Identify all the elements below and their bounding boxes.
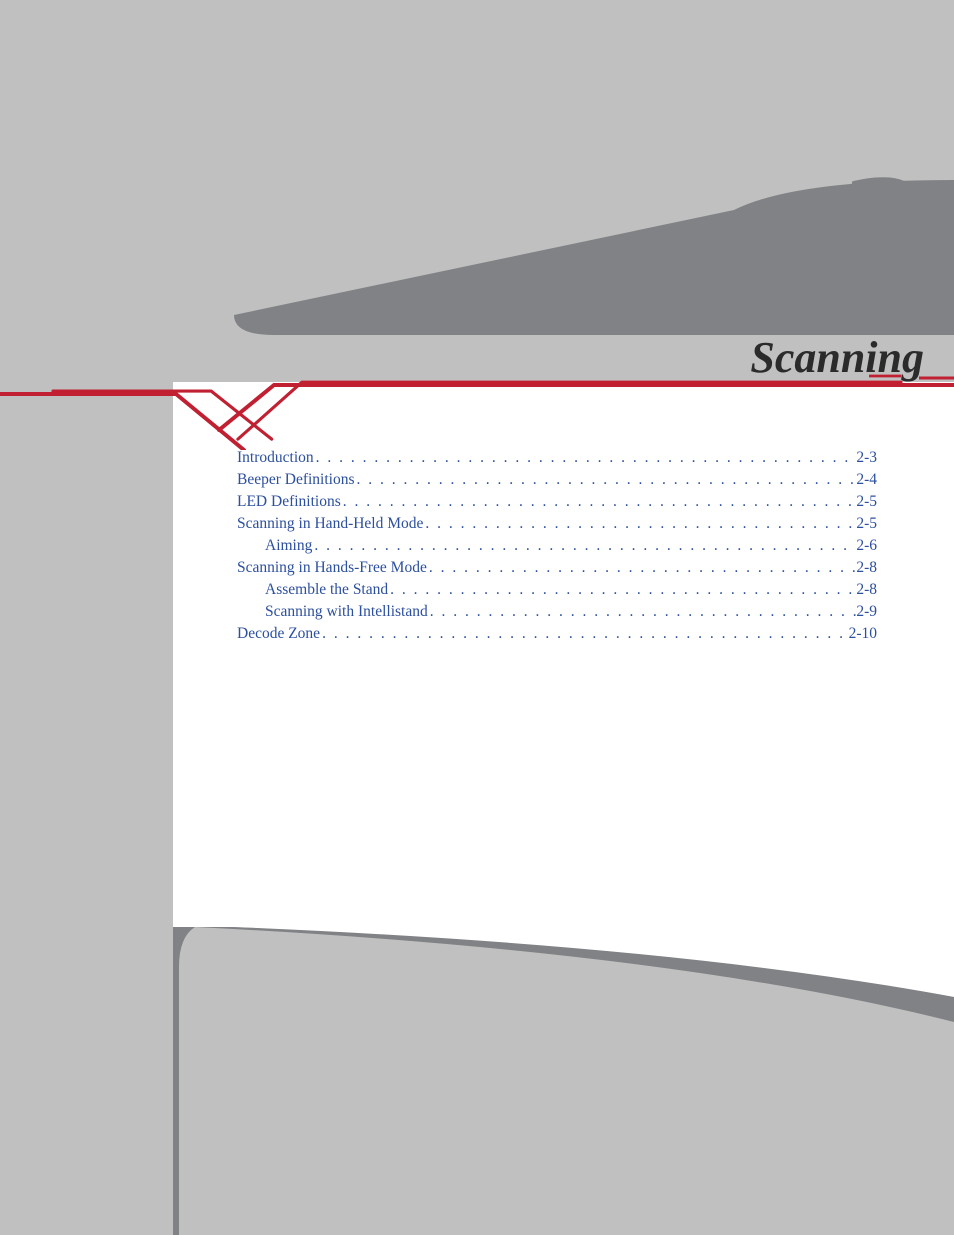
chapter-toc: Introduction . . . . . . . . . . . . . .…	[237, 447, 877, 645]
toc-entry[interactable]: Aiming . . . . . . . . . . . . . . . . .…	[237, 535, 877, 557]
toc-leader-dots: . . . . . . . . . . . . . . . . . . . . …	[423, 513, 856, 535]
toc-entry[interactable]: Assemble the Stand . . . . . . . . . . .…	[237, 579, 877, 601]
toc-entry-page: 2-4	[856, 469, 877, 491]
chapter-number: 2	[829, 145, 924, 335]
toc-entry-label: Decode Zone	[237, 623, 320, 645]
chapter-cover-page: 2 Scanning	[0, 0, 954, 1235]
toc-entry-page: 2-5	[856, 513, 877, 535]
toc-entry[interactable]: Scanning in Hands-Free Mode . . . . . . …	[237, 557, 877, 579]
toc-leader-dots: . . . . . . . . . . . . . . . . . . . . …	[427, 557, 856, 579]
toc-entry-label: Assemble the Stand	[265, 579, 388, 601]
toc-entry[interactable]: LED Definitions . . . . . . . . . . . . …	[237, 491, 877, 513]
toc-entry-label: Scanning in Hands-Free Mode	[237, 557, 427, 579]
toc-entry-page: 2-10	[849, 623, 877, 645]
toc-leader-dots: . . . . . . . . . . . . . . . . . . . . …	[314, 447, 857, 469]
toc-entry-label: Beeper Definitions	[237, 469, 355, 491]
toc-entry-page: 2-5	[856, 491, 877, 513]
toc-entry-page: 2-6	[856, 535, 877, 557]
toc-entry-label: Scanning with Intellistand	[265, 601, 428, 623]
toc-entry[interactable]: Scanning with Intellistand . . . . . . .…	[237, 601, 877, 623]
toc-entry[interactable]: Decode Zone . . . . . . . . . . . . . . …	[237, 623, 877, 645]
toc-leader-dots: . . . . . . . . . . . . . . . . . . . . …	[388, 579, 856, 601]
toc-entry[interactable]: Scanning in Hand-Held Mode . . . . . . .…	[237, 513, 877, 535]
toc-entry-label: Scanning in Hand-Held Mode	[237, 513, 423, 535]
toc-leader-dots: . . . . . . . . . . . . . . . . . . . . …	[320, 623, 849, 645]
toc-entry-page: 2-3	[856, 447, 877, 469]
toc-entry[interactable]: Introduction . . . . . . . . . . . . . .…	[237, 447, 877, 469]
toc-entry-label: LED Definitions	[237, 491, 341, 513]
toc-entry-label: Aiming	[265, 535, 312, 557]
toc-entry-label: Introduction	[237, 447, 314, 469]
toc-entry[interactable]: Beeper Definitions . . . . . . . . . . .…	[237, 469, 877, 491]
toc-leader-dots: . . . . . . . . . . . . . . . . . . . . …	[428, 601, 857, 623]
toc-leader-dots: . . . . . . . . . . . . . . . . . . . . …	[355, 469, 857, 491]
toc-leader-dots: . . . . . . . . . . . . . . . . . . . . …	[312, 535, 856, 557]
toc-entry-page: 2-9	[856, 601, 877, 623]
bottom-gray-sweep-main	[173, 927, 954, 1235]
toc-entry-page: 2-8	[856, 579, 877, 601]
chapter-title: Scanning	[750, 332, 924, 383]
toc-leader-dots: . . . . . . . . . . . . . . . . . . . . …	[341, 491, 857, 513]
toc-entry-page: 2-8	[856, 557, 877, 579]
